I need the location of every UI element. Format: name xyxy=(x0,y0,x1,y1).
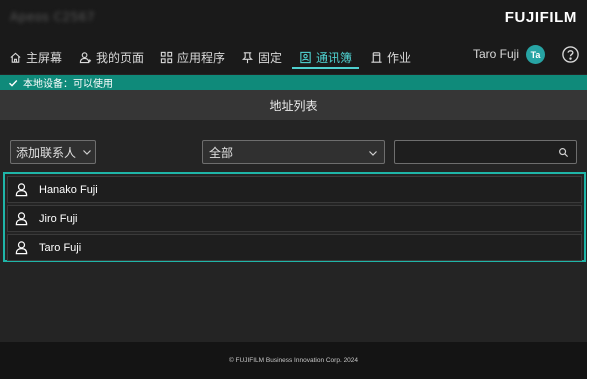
chevron-down-icon xyxy=(83,150,91,155)
page-title: 地址列表 xyxy=(269,98,318,113)
contact-name: Jiro Fuji xyxy=(39,212,78,225)
contact-name: Hanako Fuji xyxy=(39,183,98,196)
nav-bar: 主屏幕 我的页面 应用程序 固定 通讯簿 作业 Taro Fuji Ta xyxy=(0,35,587,74)
filter-select[interactable]: 全部 xyxy=(202,140,385,164)
person-icon xyxy=(15,241,28,255)
person-icon xyxy=(15,183,28,197)
nav-label-address-book: 通讯簿 xyxy=(316,50,353,65)
person-icon xyxy=(15,212,28,226)
nav-label-my-page: 我的页面 xyxy=(96,50,145,65)
address-book-icon xyxy=(300,51,311,63)
add-contact-button[interactable]: 添加联系人 xyxy=(10,140,96,164)
nav-item-home[interactable]: 主屏幕 xyxy=(9,47,62,67)
nav-item-address-book[interactable]: 通讯簿 xyxy=(299,47,352,67)
status-text: 本地设备：可以使用 xyxy=(23,79,113,90)
home-icon xyxy=(10,52,21,63)
jobs-icon xyxy=(371,51,382,63)
nav-item-my-page[interactable]: 我的页面 xyxy=(79,47,144,67)
nav-item-jobs[interactable]: 作业 xyxy=(370,47,411,67)
title-bar: Apeos C2567 FUJIFILM xyxy=(0,0,587,35)
search-input[interactable] xyxy=(395,141,555,163)
brand-logo: FUJIFILM xyxy=(504,9,577,26)
checkmark-icon xyxy=(9,79,18,87)
chevron-down-icon xyxy=(369,151,377,156)
filter-selected-value: 全部 xyxy=(209,145,234,160)
pin-icon xyxy=(241,51,254,63)
page-header: 地址列表 xyxy=(0,90,587,120)
nav-label-apps: 应用程序 xyxy=(177,50,226,65)
add-contact-label: 添加联系人 xyxy=(16,145,77,160)
help-icon[interactable] xyxy=(561,45,580,64)
device-status-bar: 本地设备：可以使用 xyxy=(0,75,587,90)
user-avatar[interactable]: Ta xyxy=(526,45,545,64)
footer: © FUJIFILM Business Innovation Corp. 202… xyxy=(0,342,587,379)
nav-label-home: 主屏幕 xyxy=(26,50,63,65)
device-name: Apeos C2567 xyxy=(10,10,96,24)
nav-item-apps[interactable]: 应用程序 xyxy=(160,47,225,67)
person-icon xyxy=(79,51,92,63)
active-tab-indicator xyxy=(292,67,359,69)
nav-item-pinned[interactable]: 固定 xyxy=(241,47,282,67)
search-box[interactable] xyxy=(394,140,577,164)
copyright-text: © FUJIFILM Business Innovation Corp. 202… xyxy=(228,357,359,364)
apps-grid-icon xyxy=(160,51,173,63)
search-icon[interactable] xyxy=(558,147,569,158)
contact-row[interactable]: Hanako Fuji xyxy=(7,176,582,203)
user-name[interactable]: Taro Fuji xyxy=(473,47,519,61)
nav-label-pinned: 固定 xyxy=(258,50,283,65)
nav-label-jobs: 作业 xyxy=(387,50,412,65)
contact-row[interactable]: Taro Fuji xyxy=(7,234,582,261)
contact-list: Hanako Fuji Jiro Fuji Taro Fuji xyxy=(3,172,586,262)
app-window: Apeos C2567 FUJIFILM 主屏幕 我的页面 应用程序 固定 通讯… xyxy=(0,0,587,379)
contact-name: Taro Fuji xyxy=(39,241,82,254)
contact-row[interactable]: Jiro Fuji xyxy=(7,205,582,232)
